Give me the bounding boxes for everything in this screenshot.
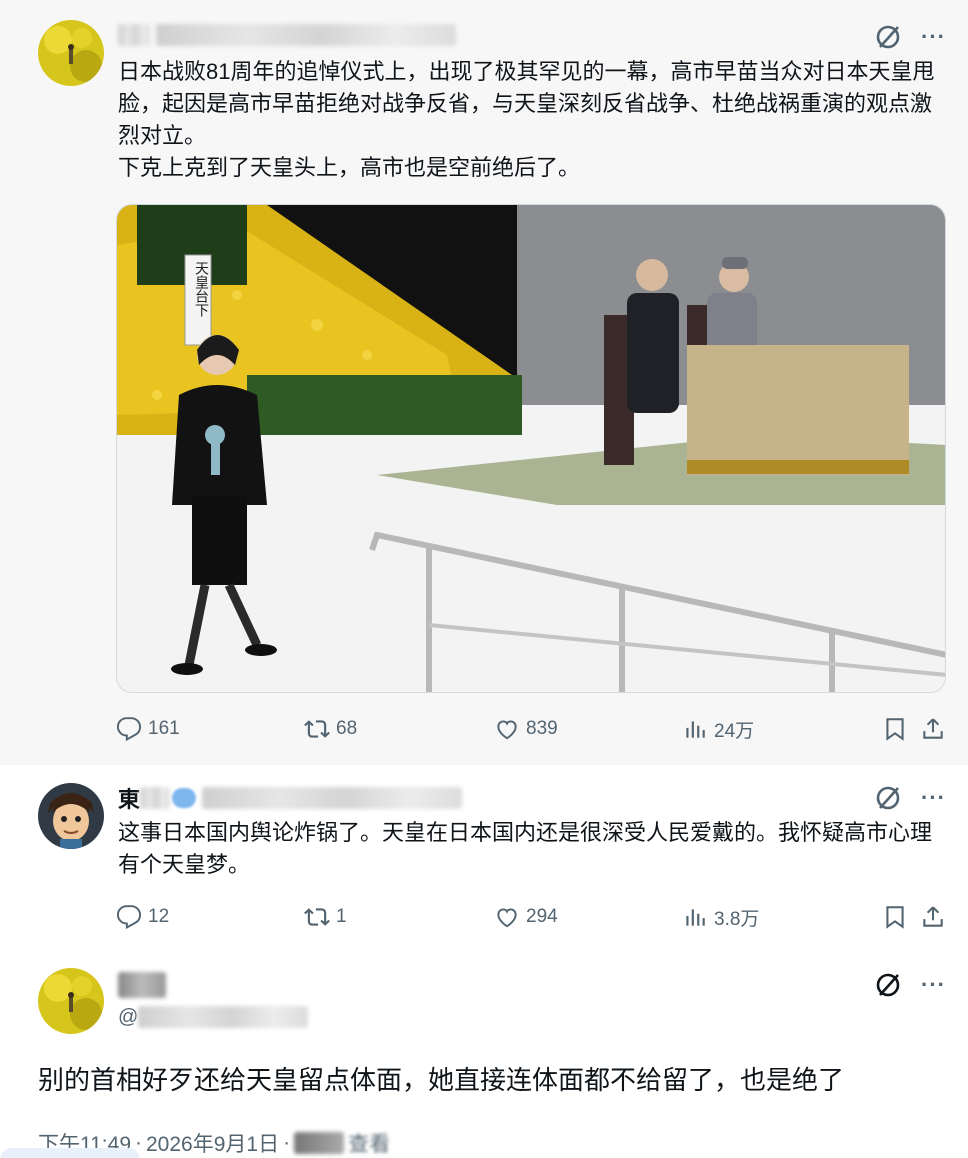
- redacted-handle: [156, 24, 456, 46]
- tweet-text: 日本战败81周年的追悼仪式上，出现了极其罕见的一幕，高市早苗当众对日本天皇甩脸，…: [118, 59, 935, 180]
- heart-icon: [497, 908, 517, 928]
- reply-count: 161: [148, 718, 180, 739]
- retweet-icon: [304, 720, 330, 738]
- views-button[interactable]: 3.8万: [682, 904, 759, 931]
- retweet-button[interactable]: 68: [304, 716, 357, 742]
- like-button[interactable]: 294: [494, 904, 558, 930]
- more-icon[interactable]: ···: [921, 972, 946, 998]
- redacted-view-count: [294, 1132, 345, 1154]
- author-name[interactable]: 東: [118, 782, 140, 814]
- share-button[interactable]: [920, 904, 946, 930]
- views-icon: [686, 721, 705, 738]
- views-icon: [686, 909, 705, 926]
- views-count: 24万: [714, 720, 755, 742]
- like-button[interactable]: 839: [494, 716, 558, 742]
- tweet-text: 这事日本国内舆论炸锅了。天皇在日本国内还是很深受人民爱戴的。我怀疑高市心理有个天…: [118, 820, 933, 877]
- grok-icon[interactable]: [873, 970, 903, 1000]
- action-bar: 161 68 839 24万: [116, 714, 946, 744]
- share-icon: [923, 718, 943, 739]
- verified-badge-icon: [172, 788, 197, 808]
- author-name-redacted[interactable]: [118, 970, 166, 1000]
- meta-separator: ·: [283, 1131, 291, 1154]
- bookmark-button[interactable]: [882, 904, 908, 930]
- avatar[interactable]: [38, 20, 104, 86]
- heart-icon: [497, 720, 517, 740]
- redacted-name: [118, 24, 150, 46]
- more-icon[interactable]: ···: [921, 24, 946, 50]
- bookmark-icon: [886, 906, 904, 929]
- views-label: 查看: [348, 1133, 391, 1156]
- reply-button[interactable]: 161: [116, 716, 180, 742]
- main-tweet[interactable]: @ ··· 别的首相好歹还给天皇留点体面，她直接连体面都不给留了，也是绝了 下午…: [0, 958, 968, 1158]
- grok-icon[interactable]: [873, 22, 903, 52]
- tweet-text: 别的首相好歹还给天皇留点体面，她直接连体面都不给留了，也是绝了: [38, 1065, 845, 1095]
- bookmark-button[interactable]: [882, 716, 908, 742]
- tweet-date[interactable]: 2026年9月1日: [146, 1128, 279, 1158]
- tweet-card-2[interactable]: 東 ··· 这事日本国内舆论炸锅了。天皇在日本国内还是很深受人民爱戴的。我怀疑高…: [0, 765, 968, 958]
- redacted-name: [140, 787, 171, 809]
- retweet-count: 1: [336, 906, 347, 927]
- views-count: 3.8万: [714, 908, 760, 930]
- avatar[interactable]: [38, 968, 104, 1034]
- like-count: 294: [526, 906, 558, 927]
- more-icon[interactable]: ···: [921, 785, 946, 811]
- redacted-handle: [202, 787, 463, 809]
- like-count: 839: [526, 718, 558, 739]
- reply-icon: [116, 905, 142, 930]
- retweet-button[interactable]: 1: [304, 904, 347, 930]
- views-button[interactable]: 24万: [682, 716, 754, 743]
- author-row[interactable]: [118, 20, 456, 50]
- redacted-handle: [138, 1006, 309, 1028]
- tweet-photo[interactable]: 天皇台下: [116, 204, 946, 693]
- share-button[interactable]: [920, 716, 946, 742]
- reply-count: 12: [148, 906, 170, 927]
- grok-icon[interactable]: [873, 783, 903, 813]
- bookmark-icon: [886, 718, 904, 741]
- author-row[interactable]: 東: [118, 782, 463, 814]
- share-icon: [923, 906, 943, 927]
- tweet-card-1[interactable]: ··· 日本战败81周年的追悼仪式上，出现了极其罕见的一幕，高市早苗当众对日本天…: [0, 0, 968, 765]
- retweet-icon: [304, 908, 330, 926]
- handle-row[interactable]: @: [118, 1002, 309, 1032]
- reply-icon: [116, 717, 142, 742]
- avatar[interactable]: [38, 783, 104, 849]
- action-bar: 12 1 294 3.8万: [116, 902, 946, 932]
- redacted-name: [118, 972, 166, 998]
- bottom-panel-tab[interactable]: [0, 1148, 140, 1158]
- reply-button[interactable]: 12: [116, 904, 169, 930]
- retweet-count: 68: [336, 718, 358, 739]
- author-handle: @: [118, 1005, 139, 1028]
- photo-sign-text: 天皇台下: [193, 261, 209, 317]
